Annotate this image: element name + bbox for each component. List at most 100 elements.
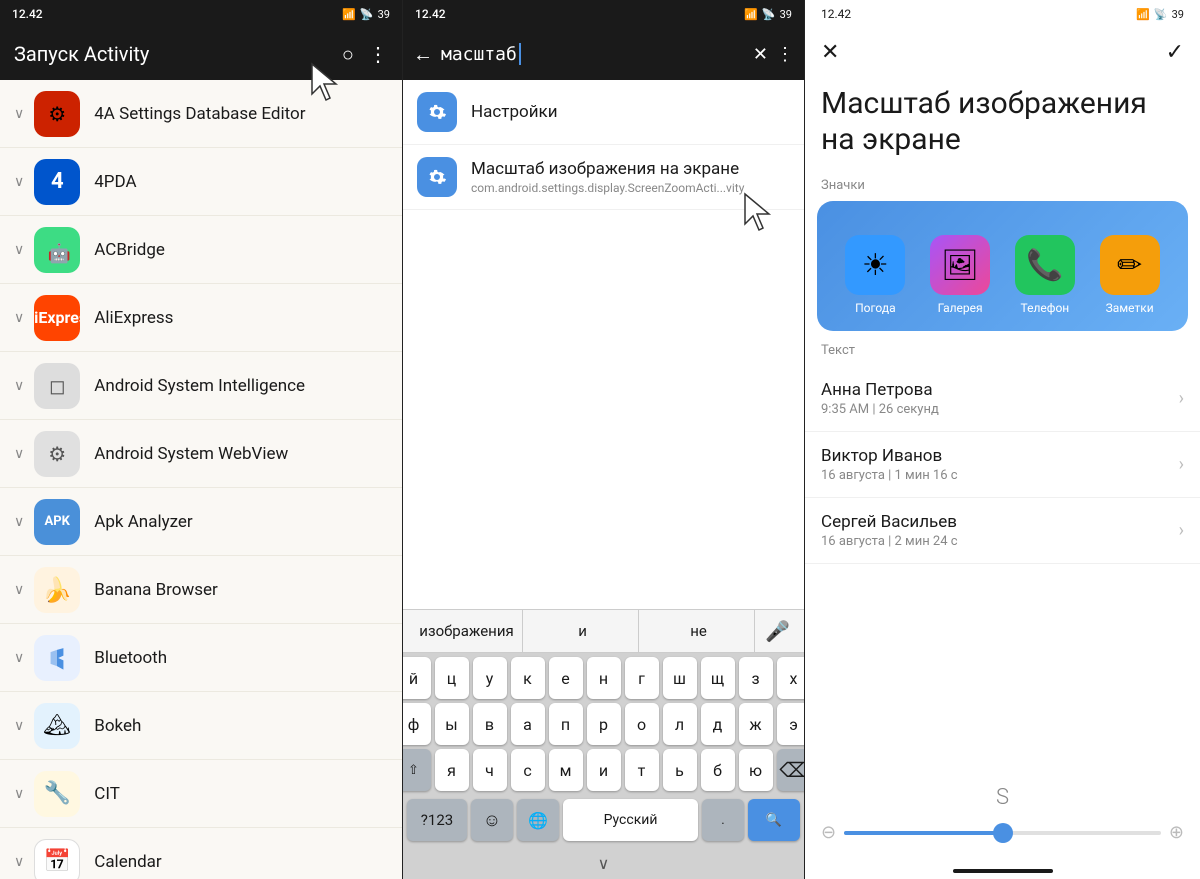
text-item-2[interactable]: Виктор Иванов 16 августа | 1 мин 16 с › xyxy=(805,432,1200,498)
result-item-settings[interactable]: Настройки xyxy=(403,80,804,145)
list-item[interactable]: ∨ ⚙ 4A Settings Database Editor xyxy=(0,80,402,148)
key-щ[interactable]: щ xyxy=(701,657,735,699)
key-ц[interactable]: ц xyxy=(435,657,469,699)
key-х[interactable]: х xyxy=(777,657,805,699)
key-б[interactable]: б xyxy=(701,749,735,791)
list-item[interactable]: ∨ AliExpress AliExpress xyxy=(0,284,402,352)
key-ю[interactable]: ю xyxy=(739,749,773,791)
panel-search: 12.42 📶 📡 39 ← масштаб ✕ ⋮ Настройки xyxy=(402,0,804,879)
slider-fill xyxy=(844,831,1002,835)
key-й[interactable]: й xyxy=(402,657,431,699)
key-shift[interactable]: ⇧ xyxy=(402,749,431,791)
key-num[interactable]: ?123 xyxy=(407,799,467,841)
battery-2: 39 xyxy=(780,8,792,21)
app-list[interactable]: ∨ ⚙ 4A Settings Database Editor ∨ 4 4PDA… xyxy=(0,80,402,879)
key-ы[interactable]: ы xyxy=(435,703,469,745)
search-bar: ← масштаб ✕ ⋮ xyxy=(403,28,804,80)
preview-notes: ✏ Заметки xyxy=(1100,235,1160,315)
contact-time-2: 16 августа | 1 мин 16 с xyxy=(821,468,1179,483)
search-results: Настройки Масштаб изображения на экране … xyxy=(403,80,804,210)
key-п[interactable]: п xyxy=(549,703,583,745)
key-к[interactable]: к xyxy=(511,657,545,699)
status-time-3: 12.42 xyxy=(821,7,851,21)
list-item[interactable]: ∨ APK Apk Analyzer xyxy=(0,488,402,556)
keyboard-hide-button[interactable]: ∨ xyxy=(403,847,804,879)
key-р[interactable]: р xyxy=(587,703,621,745)
app-icon: AliExpress xyxy=(34,295,80,341)
confirm-button[interactable]: ✓ xyxy=(1166,40,1184,65)
chevron-icon: ∨ xyxy=(14,174,24,190)
suggest-3[interactable]: не xyxy=(643,610,755,652)
keyboard-row-1: й ц у к е н г ш щ з х xyxy=(407,657,800,699)
list-item[interactable]: ∨ 🤖 ACBridge xyxy=(0,216,402,284)
key-ч[interactable]: ч xyxy=(473,749,507,791)
key-э[interactable]: э xyxy=(777,703,805,745)
key-emoji[interactable]: ☺ xyxy=(471,799,513,841)
key-з[interactable]: з xyxy=(739,657,773,699)
clear-search-button[interactable]: ✕ xyxy=(753,44,768,65)
status-bar-3: 12.42 📶 📡 39 xyxy=(805,0,1200,28)
slider-thumb[interactable] xyxy=(993,823,1013,843)
key-л[interactable]: л xyxy=(663,703,697,745)
key-а[interactable]: а xyxy=(511,703,545,745)
status-icons-3: 📶 📡 39 xyxy=(1136,8,1184,21)
list-item[interactable]: ∨ 🏔 Bokeh xyxy=(0,692,402,760)
mic-icon[interactable]: 🎤 xyxy=(759,619,796,643)
key-у[interactable]: у xyxy=(473,657,507,699)
key-lang[interactable]: 🌐 xyxy=(517,799,559,841)
chevron-right-1: › xyxy=(1179,388,1184,409)
signal-icon-1: 📶 xyxy=(342,8,356,21)
key-space[interactable]: Русский xyxy=(563,799,698,841)
key-т[interactable]: т xyxy=(625,749,659,791)
list-item[interactable]: ∨ ⚙ Android System WebView xyxy=(0,420,402,488)
list-item[interactable]: ∨ 🍌 Banana Browser xyxy=(0,556,402,624)
more-options-button[interactable]: ⋮ xyxy=(776,44,794,65)
chevron-icon: ∨ xyxy=(14,650,24,666)
contact-time-3: 16 августа | 2 мин 24 с xyxy=(821,534,1179,549)
suggest-1[interactable]: изображения xyxy=(411,610,523,652)
text-item-1[interactable]: Анна Петрова 9:35 AM | 26 секунд › xyxy=(805,366,1200,432)
suggest-2[interactable]: и xyxy=(527,610,639,652)
result-title: Настройки xyxy=(471,102,558,122)
key-в[interactable]: в xyxy=(473,703,507,745)
key-г[interactable]: г xyxy=(625,657,659,699)
result-item-zoom[interactable]: Масштаб изображения на экране com.androi… xyxy=(403,145,804,210)
close-button[interactable]: ✕ xyxy=(821,40,839,65)
text-item-content-3: Сергей Васильев 16 августа | 2 мин 24 с xyxy=(821,512,1179,549)
list-item[interactable]: ∨ 📅 Calendar xyxy=(0,828,402,879)
key-ф[interactable]: ф xyxy=(402,703,431,745)
nav-bar xyxy=(805,851,1200,879)
key-ж[interactable]: ж xyxy=(739,703,773,745)
text-item-3[interactable]: Сергей Васильев 16 августа | 2 мин 24 с … xyxy=(805,498,1200,564)
key-я[interactable]: я xyxy=(435,749,469,791)
key-н[interactable]: н xyxy=(587,657,621,699)
key-с[interactable]: с xyxy=(511,749,545,791)
key-ш[interactable]: ш xyxy=(663,657,697,699)
back-button[interactable]: ← xyxy=(413,42,433,67)
list-item[interactable]: ∨ ◻ Android System Intelligence xyxy=(0,352,402,420)
keyboard-suggestions: изображения и не 🎤 xyxy=(403,609,804,653)
key-о[interactable]: о xyxy=(625,703,659,745)
list-item[interactable]: ∨ 🔧 CIT xyxy=(0,760,402,828)
slider-track[interactable] xyxy=(844,831,1161,835)
app-icon: 4 xyxy=(34,159,80,205)
key-е[interactable]: е xyxy=(549,657,583,699)
app-name: Bluetooth xyxy=(94,648,167,668)
more-options-icon[interactable]: ⋮ xyxy=(368,42,388,66)
key-м[interactable]: м xyxy=(549,749,583,791)
search-icon[interactable]: ○ xyxy=(342,42,354,67)
key-ь[interactable]: ь xyxy=(663,749,697,791)
list-item[interactable]: ∨ 4 4PDA xyxy=(0,148,402,216)
page-title: Масштаб изображения на экране xyxy=(821,86,1184,158)
keyboard-bottom-row: ?123 ☺ 🌐 Русский . 🔍 xyxy=(403,795,804,847)
svg-text:🤖: 🤖 xyxy=(48,242,71,264)
key-search[interactable]: 🔍 xyxy=(748,799,800,841)
key-backspace[interactable]: ⌫ xyxy=(777,749,805,791)
key-period[interactable]: . xyxy=(702,799,744,841)
key-и[interactable]: и xyxy=(587,749,621,791)
result-text-zoom: Масштаб изображения на экране com.androi… xyxy=(471,159,744,195)
chevron-icon: ∨ xyxy=(14,446,24,462)
key-д[interactable]: д xyxy=(701,703,735,745)
app-name: Bokeh xyxy=(94,716,141,736)
list-item[interactable]: ∨ Bluetooth xyxy=(0,624,402,692)
